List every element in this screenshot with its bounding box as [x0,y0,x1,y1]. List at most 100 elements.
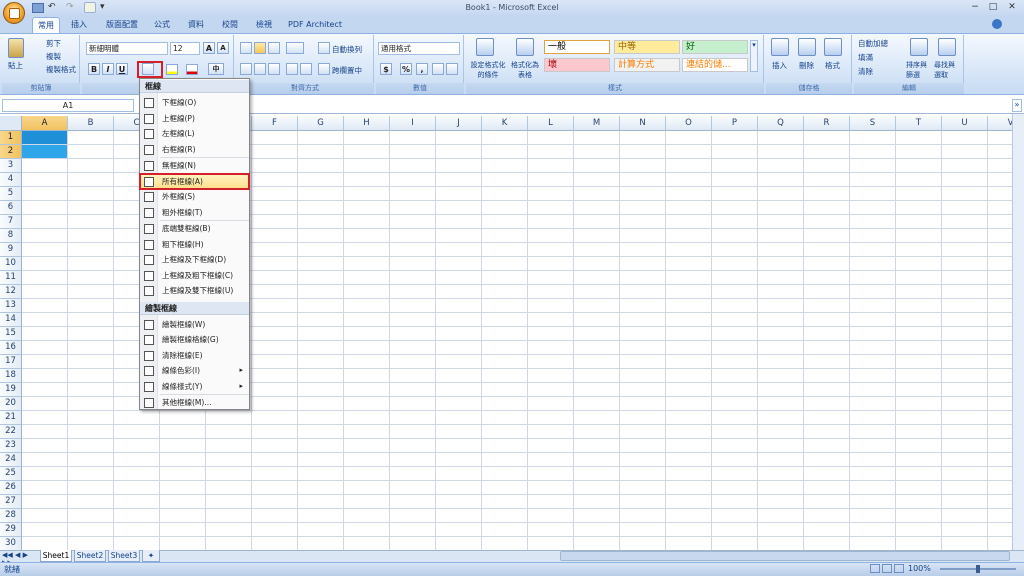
row-header[interactable]: 24 [0,453,22,467]
font-color-icon[interactable] [186,64,198,75]
insert-sheet-icon[interactable]: ✦ [142,550,160,562]
close-button[interactable]: ✕ [1005,2,1019,13]
format-as-table-icon[interactable] [516,38,534,56]
cell-style-5[interactable]: 計算方式 [614,58,680,72]
number-format-combo[interactable]: 通用格式 [378,42,460,55]
column-header[interactable]: P [712,116,758,131]
vertical-scrollbar[interactable] [1012,114,1024,550]
font-name-combo[interactable]: 新細明體 [86,42,168,55]
align-middle-icon[interactable] [254,42,266,54]
tab-pdf-architect[interactable]: PDF Architect [284,17,346,33]
column-header[interactable]: R [804,116,850,131]
menu-item-thick-bottom-border[interactable]: 粗下框線(H) [140,237,249,252]
menu-item-top-bottom-border[interactable]: 上框線及下框線(D) [140,252,249,267]
row-header[interactable]: 8 [0,229,22,243]
clear-button[interactable]: 清除 [858,66,873,77]
increase-decimal-icon[interactable] [432,63,444,75]
row-header[interactable]: 25 [0,467,22,481]
column-header[interactable]: O [666,116,712,131]
paste-icon[interactable] [8,38,24,58]
row-header[interactable]: 18 [0,369,22,383]
find-select-button[interactable]: 尋找與選取 [934,60,956,80]
row-header[interactable]: 29 [0,523,22,537]
column-header[interactable]: B [68,116,114,131]
delete-cells-icon[interactable] [798,38,816,56]
row-header[interactable]: 23 [0,439,22,453]
format-cells-icon[interactable] [824,38,842,56]
paste-button[interactable]: 貼上 [8,60,23,71]
minimize-button[interactable]: − [968,2,982,13]
insert-cells-button[interactable]: 插入 [772,60,787,71]
decrease-indent-icon[interactable] [286,63,298,75]
menu-item-left-border[interactable]: 左框線(L) [140,126,249,141]
menu-item-top-border[interactable]: 上框線(P) [140,111,249,126]
wrap-text-icon[interactable] [318,42,330,54]
page-layout-view-icon[interactable] [882,564,892,573]
comma-button[interactable]: , [416,63,428,75]
column-header[interactable]: I [390,116,436,131]
menu-item-outside-borders[interactable]: 外框線(S) [140,189,249,204]
menu-item-line-style[interactable]: 線條樣式(Y) ▸ [140,379,249,394]
menu-item-no-border[interactable]: 無框線(N) [140,158,249,173]
column-header[interactable]: H [344,116,390,131]
tab-view[interactable]: 檢視 [250,17,278,33]
menu-item-bottom-border[interactable]: 下框線(O) [140,95,249,110]
cell-style-4[interactable]: 壞 [544,58,610,72]
column-header[interactable]: J [436,116,482,131]
conditional-formatting-button[interactable]: 設定格式化的條件 [468,60,508,80]
autosum-button[interactable]: 自動加總 [858,38,888,49]
help-icon[interactable] [992,19,1002,29]
italic-button[interactable]: I [102,63,114,75]
tab-review[interactable]: 校閱 [216,17,244,33]
sheet-tab-2[interactable]: Sheet2 [74,550,106,562]
sort-filter-icon[interactable] [910,38,928,56]
menu-item-bottom-double-border[interactable]: 底端雙框線(B) [140,221,249,236]
normal-view-icon[interactable] [870,564,880,573]
row-header[interactable]: 15 [0,327,22,341]
row-header[interactable]: 27 [0,495,22,509]
row-header[interactable]: 6 [0,201,22,215]
cut-button[interactable]: 剪下 [46,38,61,49]
tab-formulas[interactable]: 公式 [148,17,176,33]
page-break-view-icon[interactable] [894,564,904,573]
row-header[interactable]: 28 [0,509,22,523]
row-header[interactable]: 14 [0,313,22,327]
sheet-nav-arrows-icon[interactable]: ◀◀ ◀ ▶ ▶▶ [2,551,38,567]
increase-indent-icon[interactable] [300,63,312,75]
format-painter-button[interactable]: 複製格式 [46,64,76,75]
row-header[interactable]: 4 [0,173,22,187]
row-header[interactable]: 1 [0,131,22,145]
align-left-icon[interactable] [240,63,252,75]
tab-page-layout[interactable]: 版面配置 [100,17,144,33]
underline-button[interactable]: U [116,63,128,75]
align-top-icon[interactable] [240,42,252,54]
grow-font-button[interactable]: A [203,42,215,54]
format-as-table-button[interactable]: 格式化為表格 [508,60,542,80]
select-all-corner[interactable] [0,116,22,131]
column-header[interactable]: T [896,116,942,131]
cell-style-1[interactable]: 一般 [544,40,610,54]
menu-item-more-borders[interactable]: 其他框線(M)... [140,395,249,410]
active-cell[interactable] [22,131,68,145]
column-header[interactable]: K [482,116,528,131]
row-header[interactable]: 21 [0,411,22,425]
align-center-icon[interactable] [254,63,266,75]
percent-button[interactable]: % [400,63,412,75]
sort-filter-button[interactable]: 排序與篩選 [906,60,928,80]
column-header[interactable]: L [528,116,574,131]
merge-center-button[interactable]: 跨欄置中 [332,65,362,76]
menu-item-top-double-bottom-border[interactable]: 上框線及雙下框線(U) [140,283,249,298]
currency-button[interactable]: $ [380,63,392,75]
sheet-tab-1[interactable]: Sheet1 [40,550,72,562]
copy-button[interactable]: 複製 [46,51,61,62]
phonetic-icon[interactable]: 中 [208,63,224,75]
row-header[interactable]: 19 [0,383,22,397]
decrease-decimal-icon[interactable] [446,63,458,75]
horizontal-scrollbar[interactable] [560,551,1010,561]
column-header[interactable]: N [620,116,666,131]
menu-item-all-borders[interactable]: 所有框線(A) [139,172,250,190]
menu-item-right-border[interactable]: 右框線(R) [140,142,249,157]
align-right-icon[interactable] [268,63,280,75]
tab-insert[interactable]: 插入 [64,17,94,33]
conditional-formatting-icon[interactable] [476,38,494,56]
